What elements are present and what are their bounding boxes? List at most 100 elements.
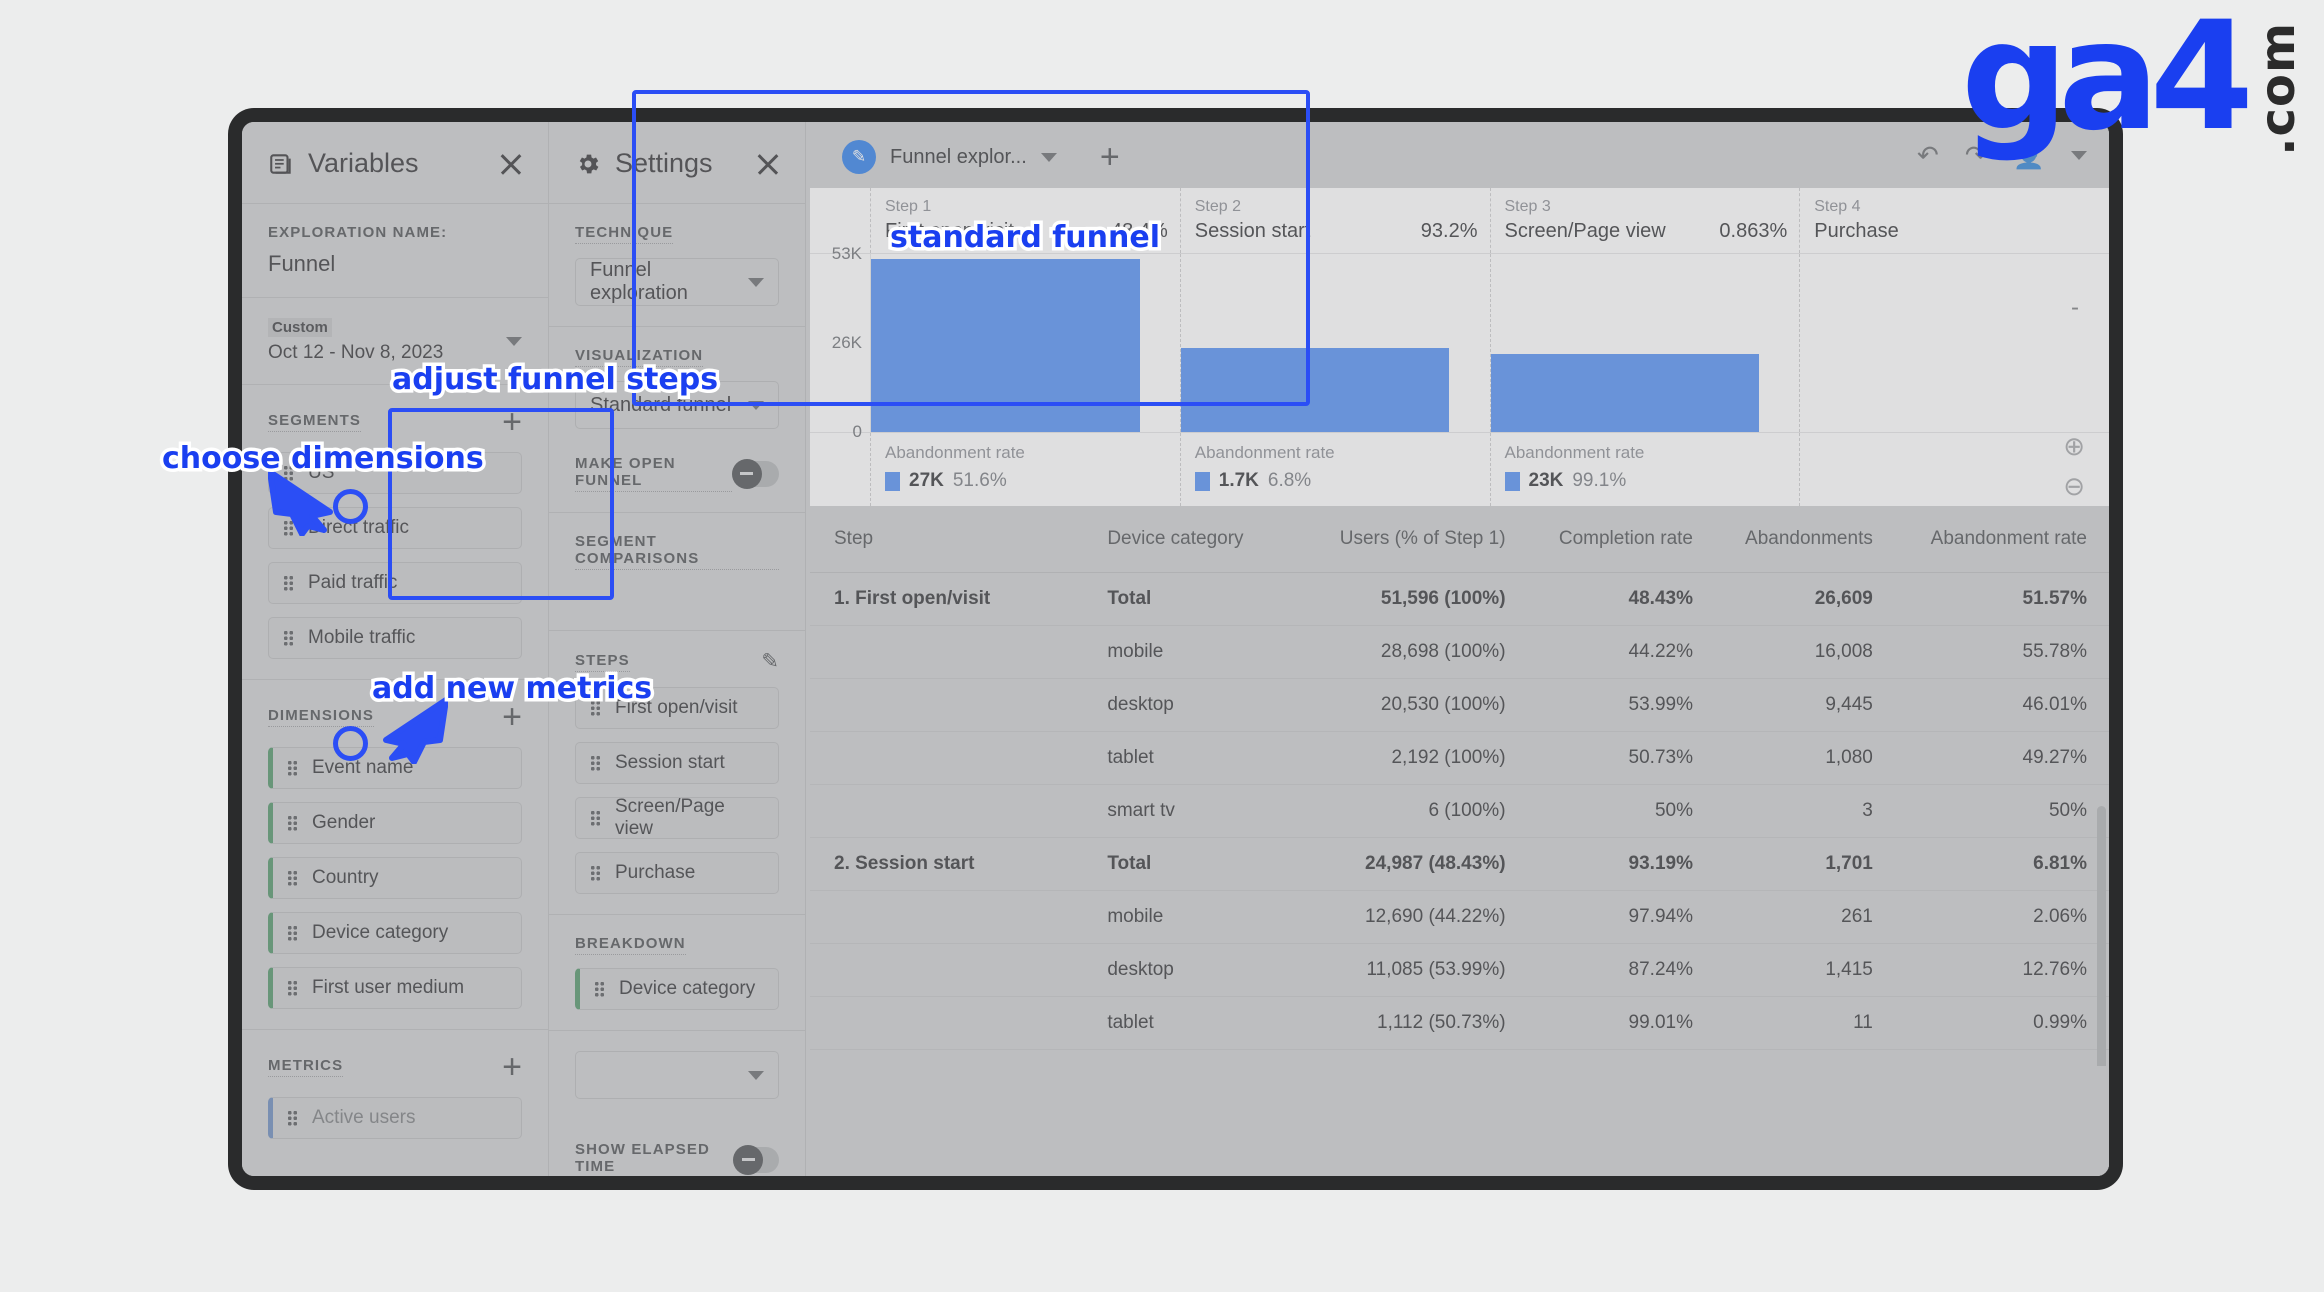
y-axis: 53K26K0 xyxy=(810,254,870,432)
drag-handle-icon[interactable] xyxy=(287,980,298,996)
collapse-button[interactable]: - xyxy=(2071,294,2079,322)
breakdown-chip-0[interactable]: Device category xyxy=(575,968,779,1010)
table-cell-completion: 100% xyxy=(1528,1050,1715,1067)
segment-chip-2[interactable]: Paid traffic xyxy=(268,562,522,604)
chevron-down-icon[interactable] xyxy=(1041,153,1057,162)
abandonment-row: Abandonment rate27K51.6%Abandonment rate… xyxy=(810,432,2109,506)
drag-handle-icon[interactable] xyxy=(287,760,298,776)
edit-pencil-icon: ✎ xyxy=(842,140,876,174)
funnel-step-number: Step 3 xyxy=(1505,198,1788,216)
table-cell-completion: 48.43% xyxy=(1528,573,1715,626)
table-column-header-2[interactable]: Users (% of Step 1) xyxy=(1302,506,1527,573)
table-cell-device: Total xyxy=(1083,573,1302,626)
variables-close-button[interactable] xyxy=(498,151,524,177)
steps-list: First open/visitSession startScreen/Page… xyxy=(575,687,779,894)
table-cell-abandonments: 1,415 xyxy=(1715,944,1895,997)
dimension-chip-label: Device category xyxy=(312,922,448,944)
step-chip-3[interactable]: Purchase xyxy=(575,852,779,894)
table-cell-device: mobile xyxy=(1083,626,1302,679)
table-row[interactable]: smart tv6 (100%)50%350% xyxy=(810,785,2109,838)
metric-chip-0[interactable]: Active users xyxy=(268,1097,522,1139)
laptop-frame: Variables EXPLORATION NAME: Funnel Custo… xyxy=(228,108,2123,1190)
step-chip-1[interactable]: Session start xyxy=(575,742,779,784)
chevron-down-icon xyxy=(748,1071,764,1080)
funnel-bar-cell-2[interactable] xyxy=(1180,254,1490,432)
table-cell-abandonments: 1,701 xyxy=(1715,838,1895,891)
zoom-out-button[interactable]: ⊖ xyxy=(2063,471,2085,502)
toggle-knob xyxy=(733,1145,763,1175)
table-row[interactable]: mobile28,698 (100%)44.22%16,00855.78% xyxy=(810,626,2109,679)
dimension-chip-4[interactable]: First user medium xyxy=(268,967,522,1009)
annotation-choose-dimensions: choose dimensions xyxy=(162,441,484,476)
make-open-funnel-toggle[interactable] xyxy=(732,461,779,487)
tab-funnel-exploration[interactable]: ✎ Funnel explor... xyxy=(824,126,1075,188)
ga4-logo: ga4 .com xyxy=(1961,16,2306,156)
funnel-bars xyxy=(870,254,2109,432)
funnel-bar-cell-3[interactable] xyxy=(1490,254,1800,432)
date-range-badge: Custom xyxy=(268,318,332,337)
funnel-step-header-2: Step 2Session start93.2% xyxy=(1180,188,1490,253)
funnel-bar-1[interactable] xyxy=(871,259,1140,432)
add-segment-button[interactable]: + xyxy=(502,405,522,439)
drag-handle-icon[interactable] xyxy=(590,755,601,771)
table-row[interactable]: tablet2,192 (100%)50.73%1,08049.27% xyxy=(810,732,2109,785)
table-row[interactable]: desktop20,530 (100%)53.99%9,44546.01% xyxy=(810,679,2109,732)
drag-handle-icon[interactable] xyxy=(287,815,298,831)
dimension-chip-1[interactable]: Gender xyxy=(268,802,522,844)
funnel-bar-2[interactable] xyxy=(1181,348,1450,432)
annotation-adjust-funnel-steps: adjust funnel steps xyxy=(392,362,718,397)
table-cell-device: tablet xyxy=(1083,732,1302,785)
step-chip-2[interactable]: Screen/Page view xyxy=(575,797,779,839)
rows-select[interactable] xyxy=(575,1051,779,1099)
abandonment-count: 1.7K xyxy=(1219,470,1259,492)
funnel-plot-area: 53K26K0 xyxy=(810,254,2109,432)
table-column-header-0[interactable]: Step xyxy=(810,506,1083,573)
drag-handle-icon[interactable] xyxy=(283,575,294,591)
table-cell-device: smart tv xyxy=(1083,1050,1302,1067)
steps-label: STEPS xyxy=(575,652,630,672)
table-cell-abandon_rate: 49.27% xyxy=(1895,732,2109,785)
vertical-scrollbar[interactable] xyxy=(2097,806,2106,1066)
table-column-header-5[interactable]: Abandonment rate xyxy=(1895,506,2109,573)
dimension-chip-3[interactable]: Device category xyxy=(268,912,522,954)
segment-chip-3[interactable]: Mobile traffic xyxy=(268,617,522,659)
segment-comparisons-block: SEGMENT COMPARISONS xyxy=(549,513,805,631)
funnel-bar-3[interactable] xyxy=(1491,354,1760,432)
zoom-in-button[interactable]: ⊕ xyxy=(2063,431,2085,462)
drag-handle-icon[interactable] xyxy=(590,810,601,826)
drag-handle-icon[interactable] xyxy=(287,870,298,886)
add-metric-button[interactable]: + xyxy=(502,1050,522,1084)
settings-header: Settings xyxy=(549,122,805,204)
funnel-bar-cell-4[interactable] xyxy=(1799,254,2109,432)
table-row[interactable]: smart tv3 (50%)100%00% xyxy=(810,1050,2109,1067)
technique-select[interactable]: Funnel exploration xyxy=(575,258,779,306)
table-row[interactable]: 2. Session startTotal24,987 (48.43%)93.1… xyxy=(810,838,2109,891)
metrics-label: METRICS xyxy=(268,1057,343,1077)
table-cell-users: 24,987 (48.43%) xyxy=(1302,838,1527,891)
exploration-name-value[interactable]: Funnel xyxy=(268,251,522,277)
drag-handle-icon[interactable] xyxy=(287,925,298,941)
show-elapsed-time-toggle[interactable] xyxy=(733,1147,779,1173)
table-column-header-3[interactable]: Completion rate xyxy=(1528,506,1715,573)
undo-button[interactable]: ↶ xyxy=(1917,140,1939,171)
dimension-chip-2[interactable]: Country xyxy=(268,857,522,899)
table-column-header-1[interactable]: Device category xyxy=(1083,506,1302,573)
abandonment-cell-3: Abandonment rate23K99.1% xyxy=(1490,433,1800,506)
drag-handle-icon[interactable] xyxy=(590,865,601,881)
table-row[interactable]: tablet1,112 (50.73%)99.01%110.99% xyxy=(810,997,2109,1050)
table-row[interactable]: mobile12,690 (44.22%)97.94%2612.06% xyxy=(810,891,2109,944)
drag-handle-icon[interactable] xyxy=(287,1110,298,1126)
chevron-down-icon xyxy=(748,278,764,287)
show-elapsed-time-label: SHOW ELAPSED TIME xyxy=(575,1141,733,1176)
settings-close-button[interactable] xyxy=(755,151,781,177)
funnel-bar-cell-1[interactable] xyxy=(871,254,1180,432)
edit-steps-button[interactable]: ✎ xyxy=(761,649,779,674)
table-row[interactable]: desktop11,085 (53.99%)87.24%1,41512.76% xyxy=(810,944,2109,997)
drag-handle-icon[interactable] xyxy=(594,981,605,997)
table-row[interactable]: 1. First open/visitTotal51,596 (100%)48.… xyxy=(810,573,2109,626)
table-cell-abandonments: 16,008 xyxy=(1715,626,1895,679)
add-tab-button[interactable]: + xyxy=(1079,134,1141,180)
table-column-header-4[interactable]: Abandonments xyxy=(1715,506,1895,573)
drag-handle-icon[interactable] xyxy=(283,630,294,646)
date-range-picker[interactable]: Custom Oct 12 - Nov 8, 2023 xyxy=(268,318,522,364)
